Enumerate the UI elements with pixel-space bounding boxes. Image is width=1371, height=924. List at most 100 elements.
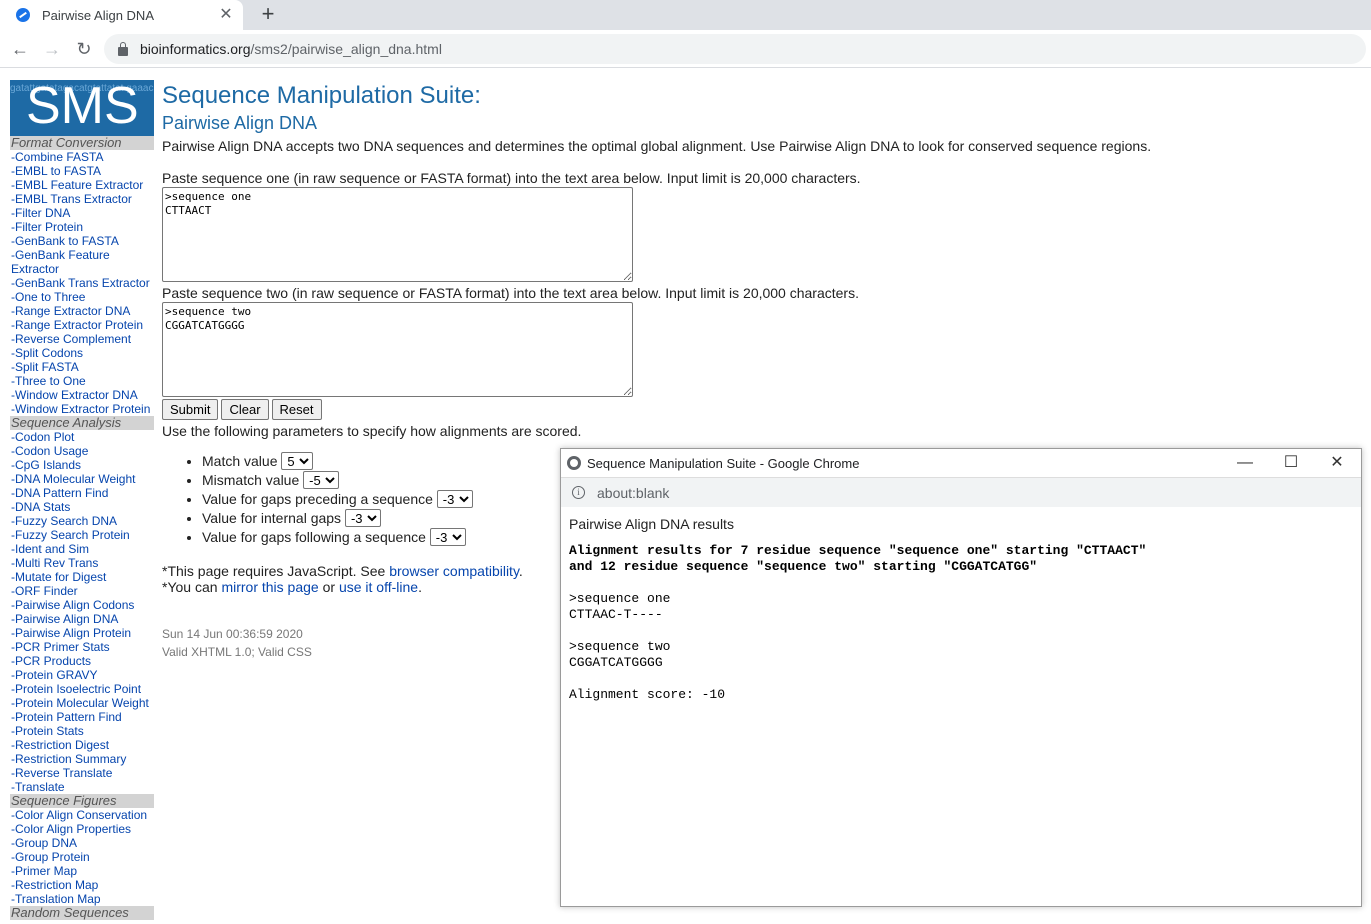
- sidebar-link[interactable]: -Ident and Sim: [10, 542, 154, 556]
- sidebar-link[interactable]: -Restriction Digest: [10, 738, 154, 752]
- sidebar-link[interactable]: -Translation Map: [10, 892, 154, 906]
- sidebar-link[interactable]: -Pairwise Align DNA: [10, 612, 154, 626]
- info-icon[interactable]: i: [572, 486, 585, 499]
- popup-url: about:blank: [597, 484, 670, 501]
- sidebar-link[interactable]: -Split Codons: [10, 346, 154, 360]
- results-popup-window: Sequence Manipulation Suite - Google Chr…: [560, 448, 1362, 907]
- reload-button[interactable]: ↻: [73, 38, 95, 60]
- parameter-select[interactable]: 5: [281, 452, 314, 470]
- sidebar-link[interactable]: -One to Three: [10, 290, 154, 304]
- browser-compatibility-link[interactable]: browser compatibility: [389, 563, 519, 579]
- sidebar-link[interactable]: -Protein Molecular Weight: [10, 696, 154, 710]
- sequence-two-label: Paste sequence two (in raw sequence or F…: [162, 285, 859, 301]
- sidebar-link[interactable]: -Translate: [10, 780, 154, 794]
- close-icon[interactable]: ✕: [1326, 453, 1348, 473]
- sequence-one-input[interactable]: [162, 187, 633, 282]
- parameter-select[interactable]: -5: [303, 471, 340, 489]
- address-bar[interactable]: bioinformatics.org/sms2/pairwise_align_d…: [104, 34, 1366, 64]
- summary-line-2: and 12 residue sequence "sequence two" s…: [569, 559, 1038, 574]
- sidebar-link[interactable]: -Pairwise Align Protein: [10, 626, 154, 640]
- clear-button[interactable]: Clear: [221, 399, 269, 420]
- sidebar-link[interactable]: -Range Extractor Protein: [10, 318, 154, 332]
- parameter-select[interactable]: -3: [344, 509, 381, 527]
- sidebar-link[interactable]: -Combine FASTA: [10, 150, 154, 164]
- sidebar-link[interactable]: -EMBL to FASTA: [10, 164, 154, 178]
- offline-link[interactable]: use it off-line: [339, 579, 418, 595]
- sidebar-link[interactable]: -Protein Isoelectric Point: [10, 682, 154, 696]
- page-content: gatattgatatagacatgtattatat gaaacagatagca…: [0, 69, 1371, 924]
- sidebar-link[interactable]: -Fuzzy Search DNA: [10, 514, 154, 528]
- sidebar-link[interactable]: -Group DNA: [10, 836, 154, 850]
- sms-logo[interactable]: gatattgatatagacatgtattatat gaaacagatagca…: [10, 80, 154, 136]
- tab-close-icon[interactable]: ✕: [217, 6, 235, 24]
- parameter-select[interactable]: -3: [436, 490, 473, 508]
- sidebar-link[interactable]: -ORF Finder: [10, 584, 154, 598]
- sidebar-link[interactable]: -Protein GRAVY: [10, 668, 154, 682]
- sidebar-link[interactable]: -Filter Protein: [10, 220, 154, 234]
- sequence-two-input[interactable]: [162, 302, 633, 397]
- parameter-select[interactable]: -3: [429, 528, 466, 546]
- reset-button[interactable]: Reset: [271, 399, 322, 420]
- minimize-icon[interactable]: —: [1234, 453, 1256, 473]
- new-tab-button[interactable]: +: [256, 3, 280, 25]
- summary-line-1: Alignment results for 7 residue sequence…: [569, 543, 1147, 558]
- browser-tab[interactable]: Pairwise Align DNA ✕: [0, 0, 243, 30]
- forward-button[interactable]: →: [41, 38, 63, 60]
- sidebar-link[interactable]: -CpG Islands: [10, 458, 154, 472]
- sidebar-link[interactable]: -Protein Stats: [10, 724, 154, 738]
- chrome-icon: [567, 456, 581, 470]
- sidebar-section-heading: Sequence Figures: [10, 794, 154, 808]
- sidebar-link[interactable]: -Restriction Map: [10, 878, 154, 892]
- sidebar-link[interactable]: -Reverse Translate: [10, 766, 154, 780]
- sequence-one-label: Paste sequence one (in raw sequence or F…: [162, 170, 861, 186]
- note1-text: *This page requires JavaScript. See: [162, 563, 390, 579]
- sidebar: gatattgatatagacatgtattatat gaaacagatagca…: [10, 80, 154, 920]
- sidebar-link[interactable]: -Pairwise Align Codons: [10, 598, 154, 612]
- popup-body: Pairwise Align DNA results Alignment res…: [561, 507, 1361, 711]
- sidebar-link[interactable]: -Group Protein: [10, 850, 154, 864]
- sidebar-link[interactable]: -GenBank Feature Extractor: [10, 248, 154, 276]
- sidebar-link[interactable]: -PCR Primer Stats: [10, 640, 154, 654]
- sidebar-link[interactable]: -Filter DNA: [10, 206, 154, 220]
- results-title: Pairwise Align DNA results: [569, 516, 734, 532]
- sidebar-link[interactable]: -Window Extractor Protein: [10, 402, 154, 416]
- sidebar-link[interactable]: -Fuzzy Search Protein: [10, 528, 154, 542]
- sidebar-link[interactable]: -DNA Molecular Weight: [10, 472, 154, 486]
- sidebar-link[interactable]: -GenBank Trans Extractor: [10, 276, 154, 290]
- sidebar-link[interactable]: -Mutate for Digest: [10, 570, 154, 584]
- tab-title: Pairwise Align DNA: [42, 7, 154, 23]
- sidebar-link[interactable]: -Codon Usage: [10, 444, 154, 458]
- sidebar-link[interactable]: -EMBL Trans Extractor: [10, 192, 154, 206]
- maximize-icon[interactable]: ☐: [1280, 453, 1302, 473]
- sidebar-link[interactable]: -Range Extractor DNA: [10, 304, 154, 318]
- sidebar-link[interactable]: -Color Align Properties: [10, 822, 154, 836]
- sidebar-link[interactable]: -EMBL Feature Extractor: [10, 178, 154, 192]
- parameter-label: Value for gaps preceding a sequence: [202, 491, 433, 507]
- sidebar-link[interactable]: -PCR Products: [10, 654, 154, 668]
- sidebar-link[interactable]: -Reverse Complement: [10, 332, 154, 346]
- sidebar-link[interactable]: -Multi Rev Trans: [10, 556, 154, 570]
- sidebar-link[interactable]: -Protein Pattern Find: [10, 710, 154, 724]
- seq2-header: >sequence two: [569, 639, 671, 654]
- sidebar-link[interactable]: -Color Align Conservation: [10, 808, 154, 822]
- sidebar-link[interactable]: -Three to One: [10, 374, 154, 388]
- sidebar-link[interactable]: -DNA Stats: [10, 500, 154, 514]
- sidebar-sections: Format Conversion -Combine FASTA -EMBL to …: [10, 136, 154, 920]
- note2-mid: or: [318, 579, 339, 595]
- sidebar-link[interactable]: -Window Extractor DNA: [10, 388, 154, 402]
- parameters-intro: Use the following parameters to specify …: [162, 423, 582, 439]
- popup-title-bar[interactable]: Sequence Manipulation Suite - Google Chr…: [561, 449, 1361, 478]
- sidebar-link[interactable]: -Primer Map: [10, 864, 154, 878]
- seq1-header: >sequence one: [569, 591, 671, 606]
- sidebar-link[interactable]: -DNA Pattern Find: [10, 486, 154, 500]
- sidebar-link[interactable]: -Restriction Summary: [10, 752, 154, 766]
- sidebar-link[interactable]: -Split FASTA: [10, 360, 154, 374]
- mirror-page-link[interactable]: mirror this page: [221, 579, 318, 595]
- sidebar-link[interactable]: -Codon Plot: [10, 430, 154, 444]
- page-subtitle: Pairwise Align DNA: [162, 113, 318, 133]
- site-favicon-icon: [16, 8, 30, 22]
- back-button[interactable]: ←: [9, 38, 31, 60]
- note1-suffix: .: [518, 563, 523, 579]
- sidebar-link[interactable]: -GenBank to FASTA: [10, 234, 154, 248]
- submit-button[interactable]: Submit: [162, 399, 219, 420]
